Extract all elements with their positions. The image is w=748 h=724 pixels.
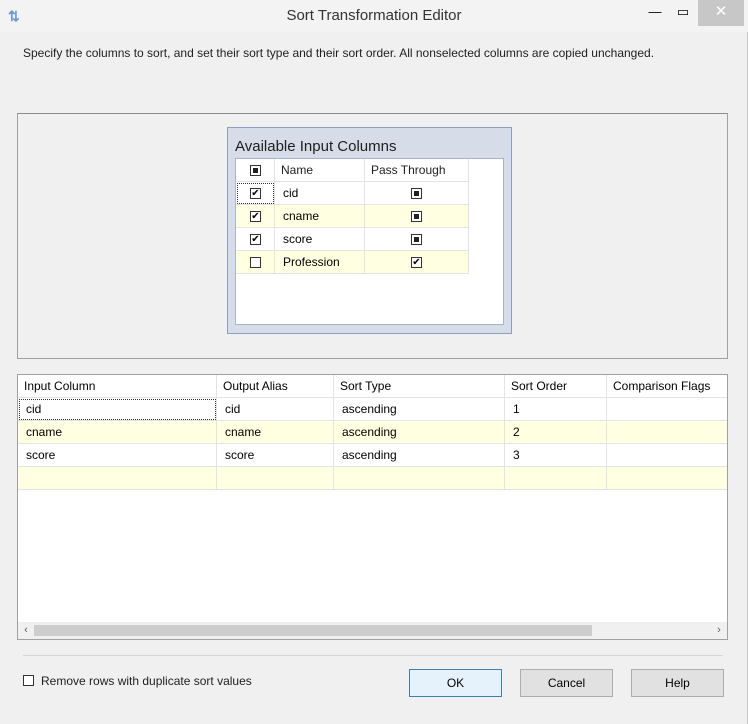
pass-through-cell[interactable] xyxy=(365,182,469,205)
maximize-button[interactable]: ▭ xyxy=(666,0,700,26)
input-column-cell[interactable]: cid xyxy=(18,398,217,421)
pass-through-checkbox[interactable]: ✔ xyxy=(411,257,422,268)
sort-order-cell[interactable]: 2 xyxy=(505,421,607,444)
sort-type-cell[interactable]: ascending xyxy=(334,444,505,467)
pass-through-cell[interactable]: ✔ xyxy=(365,251,469,274)
close-icon: ✕ xyxy=(714,3,728,20)
comparison-flags-header[interactable]: Comparison Flags xyxy=(607,375,727,398)
column-name: score xyxy=(275,228,365,251)
available-columns-grid: Name Pass Through ✔ cid ✔ cname ✔ score Profes… xyxy=(235,158,504,325)
close-button[interactable]: ✕ xyxy=(698,0,744,26)
name-header[interactable]: Name xyxy=(275,159,365,182)
output-alias-cell[interactable]: cname xyxy=(217,421,334,444)
sort-order-cell[interactable] xyxy=(505,467,607,490)
column-select-checkbox[interactable]: ✔ xyxy=(250,188,261,199)
sort-transformation-editor-window: ⇅ Sort Transformation Editor — ▭ ✕ Speci… xyxy=(0,0,748,724)
sort-grid-row[interactable]: score score ascending 3 xyxy=(18,444,727,467)
input-column-header[interactable]: Input Column xyxy=(18,375,217,398)
column-select-checkbox[interactable] xyxy=(250,257,261,268)
pass-through-cell[interactable] xyxy=(365,228,469,251)
help-button[interactable]: Help xyxy=(631,669,724,697)
input-column-cell[interactable] xyxy=(18,467,217,490)
window-title: Sort Transformation Editor xyxy=(286,7,462,24)
title-bar: ⇅ Sort Transformation Editor — ▭ ✕ xyxy=(0,0,748,32)
ok-button[interactable]: OK xyxy=(409,669,502,697)
scroll-right-icon[interactable]: › xyxy=(711,622,727,639)
sort-order-cell[interactable]: 3 xyxy=(505,444,607,467)
sort-columns-grid: Input Column Output Alias Sort Type Sort Or… xyxy=(17,374,728,640)
sort-grid-row[interactable]: cid cid ascending 1 xyxy=(18,398,727,421)
sort-type-cell[interactable] xyxy=(334,467,505,490)
column-select-checkbox[interactable]: ✔ xyxy=(250,211,261,222)
output-alias-cell[interactable] xyxy=(217,467,334,490)
sort-grid-header: Input Column Output Alias Sort Type Sort Or… xyxy=(18,375,727,398)
column-select-checkbox[interactable]: ✔ xyxy=(250,234,261,245)
column-name: Profession xyxy=(275,251,365,274)
output-alias-header[interactable]: Output Alias xyxy=(217,375,334,398)
horizontal-scrollbar[interactable]: ‹ › xyxy=(18,622,727,639)
select-all-checkbox[interactable] xyxy=(250,165,261,176)
comparison-flags-cell[interactable] xyxy=(607,398,727,421)
pass-through-checkbox[interactable] xyxy=(411,211,422,222)
available-columns-title: Available Input Columns xyxy=(235,138,397,155)
remove-duplicates-checkbox[interactable] xyxy=(23,675,34,686)
available-input-columns-box[interactable]: Available Input Columns Name Pass Throug… xyxy=(227,127,512,334)
comparison-flags-cell[interactable] xyxy=(607,421,727,444)
sort-grid-row[interactable] xyxy=(18,467,727,490)
pass-through-cell[interactable] xyxy=(365,205,469,228)
sort-type-cell[interactable]: ascending xyxy=(334,398,505,421)
sort-grid-row[interactable]: cname cname ascending 2 xyxy=(18,421,727,444)
column-name: cname xyxy=(275,205,365,228)
sort-type-cell[interactable]: ascending xyxy=(334,421,505,444)
select-cell[interactable] xyxy=(236,251,275,274)
select-cell[interactable]: ✔ xyxy=(236,205,275,228)
scroll-left-icon[interactable]: ‹ xyxy=(18,622,34,639)
cancel-button[interactable]: Cancel xyxy=(520,669,613,697)
output-alias-cell[interactable]: cid xyxy=(217,398,334,421)
divider xyxy=(23,655,723,656)
sort-type-header[interactable]: Sort Type xyxy=(334,375,505,398)
pass-through-checkbox[interactable] xyxy=(411,234,422,245)
select-cell[interactable]: ✔ xyxy=(236,182,275,205)
input-column-cell[interactable]: cname xyxy=(18,421,217,444)
output-alias-cell[interactable]: score xyxy=(217,444,334,467)
select-cell[interactable]: ✔ xyxy=(236,228,275,251)
sort-order-cell[interactable]: 1 xyxy=(505,398,607,421)
input-column-cell[interactable]: score xyxy=(18,444,217,467)
sort-order-header[interactable]: Sort Order xyxy=(505,375,607,398)
comparison-flags-cell[interactable] xyxy=(607,467,727,490)
remove-duplicates-label[interactable]: Remove rows with duplicate sort values xyxy=(41,674,252,688)
scrollbar-thumb[interactable] xyxy=(34,625,592,636)
column-name: cid xyxy=(275,182,365,205)
pass-through-header[interactable]: Pass Through xyxy=(365,159,469,182)
comparison-flags-cell[interactable] xyxy=(607,444,727,467)
instruction-text: Specify the columns to sort, and set the… xyxy=(23,46,655,60)
select-all-cell[interactable] xyxy=(236,159,275,182)
pass-through-checkbox[interactable] xyxy=(411,188,422,199)
